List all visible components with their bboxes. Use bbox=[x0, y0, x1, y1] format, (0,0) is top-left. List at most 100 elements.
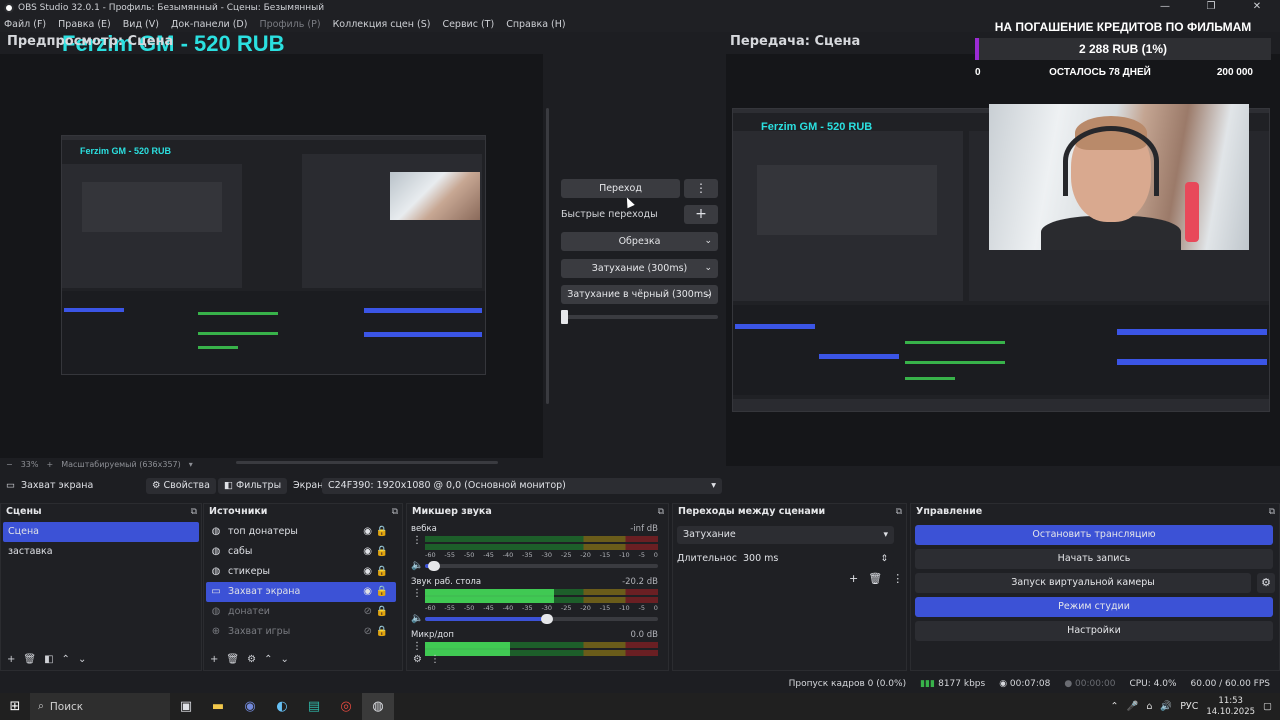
more-icon[interactable]: ⋮ bbox=[892, 572, 903, 585]
gear-icon[interactable]: ⚙ bbox=[247, 654, 256, 668]
language-indicator[interactable]: РУС bbox=[1180, 701, 1198, 712]
menu-tools[interactable]: Сервис (T) bbox=[442, 19, 494, 30]
microphone-icon[interactable]: 🎤 bbox=[1126, 701, 1138, 712]
properties-button[interactable]: ⚙ Свойства bbox=[146, 478, 216, 494]
remove-icon[interactable]: 🗑 bbox=[226, 654, 239, 668]
undock-icon[interactable]: ⧉ bbox=[1269, 504, 1275, 520]
eye-icon[interactable]: ◉ bbox=[363, 582, 372, 602]
lock-icon[interactable]: 🔒 bbox=[376, 562, 388, 582]
app-icon[interactable]: ▤ bbox=[298, 693, 330, 720]
eye-icon[interactable]: ◉ bbox=[363, 542, 372, 562]
preview-vertical-scrollbar[interactable] bbox=[546, 108, 549, 404]
menu-docks[interactable]: Док-панели (D) bbox=[171, 19, 247, 30]
chrome-icon[interactable]: ◎ bbox=[330, 693, 362, 720]
add-icon[interactable]: + bbox=[210, 654, 218, 668]
speaker-icon[interactable]: 🔈 bbox=[411, 613, 423, 624]
t-bar-slider[interactable] bbox=[561, 310, 718, 324]
remove-icon[interactable]: 🗑 bbox=[868, 572, 882, 585]
source-item[interactable]: ◍ топ донатеры ◉ 🔒 bbox=[206, 522, 396, 542]
undock-icon[interactable]: ⧉ bbox=[191, 504, 197, 520]
notifications-icon[interactable]: ▢ bbox=[1263, 701, 1272, 712]
eye-hidden-icon[interactable]: ⊘ bbox=[364, 622, 372, 642]
eye-hidden-icon[interactable]: ⊘ bbox=[364, 602, 372, 622]
source-item[interactable]: ◍ донатеи ⊘ 🔒 bbox=[206, 602, 396, 622]
lock-icon[interactable]: 🔒 bbox=[376, 602, 388, 622]
volume-knob[interactable] bbox=[428, 561, 440, 571]
scene-item[interactable]: заставка bbox=[3, 542, 199, 562]
spinner-icon[interactable]: ⇕ bbox=[880, 550, 888, 568]
undock-icon[interactable]: ⧉ bbox=[896, 504, 902, 520]
stop-stream-button[interactable]: Остановить трансляцию bbox=[915, 525, 1273, 545]
menu-help[interactable]: Справка (H) bbox=[506, 19, 565, 30]
channel-menu-icon[interactable]: ⋮ bbox=[412, 641, 422, 652]
windows-start-icon[interactable]: ⊞ bbox=[0, 693, 30, 720]
preview-horizontal-scrollbar[interactable] bbox=[236, 461, 498, 464]
zoom-in-icon[interactable]: + bbox=[46, 460, 53, 469]
channel-menu-icon[interactable]: ⋮ bbox=[412, 588, 422, 599]
chevron-up-icon[interactable]: ⌃ bbox=[1111, 701, 1119, 712]
source-item[interactable]: ◍ стикеры ◉ 🔒 bbox=[206, 562, 396, 582]
volume-knob[interactable] bbox=[541, 614, 553, 624]
minimize-button[interactable]: — bbox=[1142, 0, 1188, 16]
scale-mode-dropdown-icon[interactable]: ▾ bbox=[189, 460, 193, 469]
scene-item[interactable]: Сцена bbox=[3, 522, 199, 542]
speaker-icon[interactable]: 🔈 bbox=[411, 560, 423, 571]
remove-icon[interactable]: 🗑 bbox=[23, 654, 36, 668]
settings-button[interactable]: Настройки bbox=[915, 621, 1273, 641]
source-item[interactable]: ◍ сабы ◉ 🔒 bbox=[206, 542, 396, 562]
lock-icon[interactable]: 🔒 bbox=[376, 522, 388, 542]
zoom-out-icon[interactable]: − bbox=[6, 460, 13, 469]
add-quick-transition-icon[interactable]: + bbox=[684, 205, 718, 224]
menu-scene-collection[interactable]: Коллекция сцен (S) bbox=[333, 19, 431, 30]
studio-mode-button[interactable]: Режим студии bbox=[915, 597, 1273, 617]
network-icon[interactable]: ⌂ bbox=[1146, 701, 1152, 712]
screen-select[interactable]: C24F390: 1920x1080 @ 0,0 (Основной монит… bbox=[322, 478, 722, 494]
source-item[interactable]: ⊕ Захват игры ⊘ 🔒 bbox=[206, 622, 396, 642]
move-down-icon[interactable]: ⌄ bbox=[280, 654, 288, 668]
channel-menu-icon[interactable]: ⋮ bbox=[412, 535, 422, 546]
menu-view[interactable]: Вид (V) bbox=[123, 19, 159, 30]
menu-edit[interactable]: Правка (E) bbox=[58, 19, 111, 30]
lock-icon[interactable]: 🔒 bbox=[376, 582, 388, 602]
menu-profile[interactable]: Профиль (P) bbox=[259, 19, 320, 30]
close-button[interactable]: ✕ bbox=[1234, 0, 1280, 16]
filters-button[interactable]: ◧ Фильтры bbox=[218, 478, 288, 494]
quick-transition-fade-black[interactable]: Затухание в чёрный (300ms) ⌄ bbox=[561, 285, 718, 304]
transition-button[interactable]: Переход bbox=[561, 179, 680, 198]
source-item[interactable]: ▭ Захват экрана ◉ 🔒 bbox=[206, 582, 396, 602]
start-record-button[interactable]: Начать запись bbox=[915, 549, 1273, 569]
taskbar-search[interactable]: ⌕ Поиск bbox=[30, 693, 170, 720]
volume-slider[interactable] bbox=[425, 561, 658, 571]
transition-select[interactable]: Затухание ▾ bbox=[677, 526, 894, 544]
move-up-icon[interactable]: ⌃ bbox=[62, 654, 70, 668]
gear-icon[interactable]: ⚙ bbox=[1257, 573, 1275, 593]
move-up-icon[interactable]: ⌃ bbox=[264, 654, 272, 668]
volume-slider[interactable] bbox=[425, 614, 658, 624]
quick-transition-cut[interactable]: Обрезка ⌄ bbox=[561, 232, 718, 251]
menu-file[interactable]: Файл (F) bbox=[4, 19, 46, 30]
add-icon[interactable]: + bbox=[7, 654, 15, 668]
volume-icon[interactable]: 🔊 bbox=[1160, 701, 1172, 712]
task-view-icon[interactable]: ▣ bbox=[170, 693, 202, 720]
eye-icon[interactable]: ◉ bbox=[363, 562, 372, 582]
lock-icon[interactable]: 🔒 bbox=[376, 622, 388, 642]
undock-icon[interactable]: ⧉ bbox=[658, 504, 664, 520]
obs-taskbar-icon[interactable]: ◍ bbox=[362, 693, 394, 720]
lock-icon[interactable]: 🔒 bbox=[376, 542, 388, 562]
eye-icon[interactable]: ◉ bbox=[363, 522, 372, 542]
quick-transition-fade[interactable]: Затухание (300ms) ⌄ bbox=[561, 259, 718, 278]
duration-input[interactable]: 300 ms ⇕ bbox=[737, 550, 894, 568]
steam-icon[interactable]: ◐ bbox=[266, 693, 298, 720]
add-icon[interactable]: + bbox=[849, 572, 858, 585]
t-bar-handle[interactable] bbox=[561, 310, 568, 324]
transition-options-icon[interactable]: ⋮ bbox=[684, 179, 718, 198]
advanced-audio-icon[interactable]: ⚙ bbox=[413, 654, 422, 668]
preview-canvas[interactable]: Ferzim GM - 520 RUB Ferzim GM - 520 RUB bbox=[0, 31, 543, 458]
scene-filters-icon[interactable]: ◧ bbox=[44, 654, 53, 668]
discord-icon[interactable]: ◉ bbox=[234, 693, 266, 720]
mixer-menu-icon[interactable]: ⋮ bbox=[430, 654, 440, 668]
file-explorer-icon[interactable]: ▬ bbox=[202, 693, 234, 720]
undock-icon[interactable]: ⧉ bbox=[392, 504, 398, 520]
maximize-button[interactable]: ❐ bbox=[1188, 0, 1234, 16]
move-down-icon[interactable]: ⌄ bbox=[78, 654, 86, 668]
